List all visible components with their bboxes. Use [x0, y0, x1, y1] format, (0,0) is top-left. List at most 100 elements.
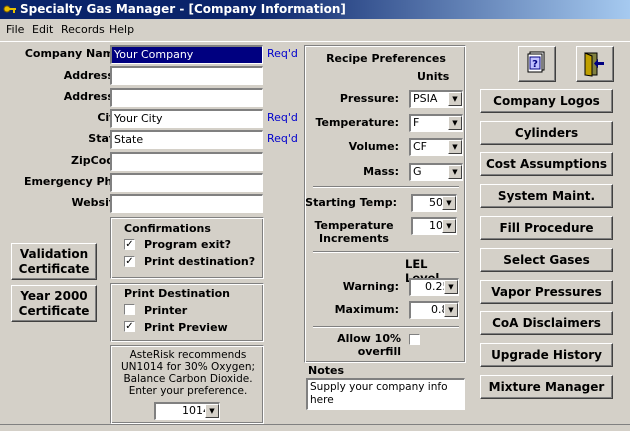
volume-units-combo[interactable]: CF ▼ [409, 138, 463, 156]
city-field[interactable]: Your City [110, 109, 263, 128]
pressure-units-combo[interactable]: PSIA ▼ [409, 90, 463, 108]
starting-temp-value: 50 [429, 196, 443, 209]
company-logos-button[interactable]: Company Logos [480, 89, 613, 113]
asterisk-recommendation-text: AsteRisk recommends UN1014 for 30% Oxyge… [120, 349, 256, 397]
exit-button[interactable] [576, 46, 614, 82]
chevron-down-icon[interactable]: ▼ [448, 116, 462, 130]
chevron-down-icon[interactable]: ▼ [205, 404, 219, 418]
address2-label: Address2: [63, 90, 126, 103]
chevron-down-icon[interactable]: ▼ [442, 219, 456, 233]
un-number-combo[interactable]: 1014 ▼ [154, 402, 220, 420]
emergency-label: Emergency Ph#: [23, 175, 126, 188]
volume-units-value: CF [413, 140, 428, 153]
company-name-required: Req'd [267, 47, 298, 60]
temperature-units-combo[interactable]: F ▼ [409, 114, 463, 132]
chevron-down-icon[interactable]: ▼ [448, 92, 462, 106]
exit-door-icon [584, 52, 604, 77]
print-destination-group: Print Destination Printer ✓ Print Previe… [110, 283, 264, 342]
temperature-increments-value: 10 [429, 219, 443, 232]
state-label: State: [88, 132, 126, 145]
lel-maximum-combo[interactable]: 0.8 ▼ [409, 301, 459, 319]
zipcode-field[interactable] [110, 152, 263, 171]
window-title: Specialty Gas Manager - [Company Informa… [20, 2, 346, 16]
year-2000-certificate-button[interactable]: Year 2000 Certificate [11, 285, 97, 322]
menu-edit[interactable]: Edit [32, 23, 53, 36]
asterisk-recommendation-box: AsteRisk recommends UN1014 for 30% Oxyge… [110, 345, 264, 424]
divider [313, 186, 459, 188]
select-gases-button[interactable]: Select Gases [480, 248, 613, 272]
menu-bar: File Edit Records Help [0, 19, 630, 42]
address1-field[interactable] [110, 66, 263, 85]
company-name-label: Company Name: [24, 47, 126, 60]
mass-label: Mass: [363, 165, 399, 178]
print-destination-checkbox[interactable]: ✓ [124, 256, 135, 267]
upgrade-history-button[interactable]: Upgrade History [480, 343, 613, 367]
pressure-label: Pressure: [339, 92, 399, 105]
temperature-units-value: F [413, 116, 420, 129]
zipcode-label: ZipCode: [71, 154, 126, 167]
website-field[interactable] [110, 194, 263, 213]
app-key-icon [3, 2, 17, 16]
notes-field[interactable]: Supply your company info here [306, 378, 465, 410]
state-required: Req'd [267, 132, 298, 145]
fill-procedure-button[interactable]: Fill Procedure [480, 216, 613, 240]
svg-text:?: ? [532, 59, 538, 70]
vapor-pressures-button[interactable]: Vapor Pressures [480, 280, 613, 304]
mixture-manager-button[interactable]: Mixture Manager [480, 375, 613, 399]
help-document-icon: ? [527, 51, 545, 73]
chevron-down-icon[interactable]: ▼ [444, 303, 458, 317]
chevron-down-icon[interactable]: ▼ [448, 165, 462, 179]
recipe-preferences-group: Recipe Preferences Units Pressure: PSIA … [304, 45, 466, 363]
starting-temp-label: Starting Temp: [305, 196, 397, 209]
menu-records[interactable]: Records [61, 23, 105, 36]
address2-field[interactable] [110, 88, 263, 107]
help-document-button[interactable]: ? [518, 46, 556, 82]
emergency-phone-field[interactable] [110, 173, 263, 192]
cost-assumptions-button[interactable]: Cost Assumptions [480, 152, 613, 176]
temperature-increments-label: Temperature Increments [314, 219, 394, 245]
temperature-increments-combo[interactable]: 10 ▼ [411, 217, 457, 235]
company-name-field[interactable]: Your Company [110, 45, 263, 64]
temperature-label: Temperature: [315, 116, 399, 129]
chevron-down-icon[interactable]: ▼ [448, 140, 462, 154]
print-destination-title: Print Destination [124, 287, 231, 300]
allow-overfill-label: Allow 10% overfill [337, 332, 401, 358]
mass-units-combo[interactable]: G ▼ [409, 163, 463, 181]
warning-label: Warning: [342, 280, 399, 293]
divider [313, 326, 459, 328]
website-label: Website: [71, 196, 126, 209]
allow-overfill-checkbox[interactable] [409, 334, 420, 345]
menu-help[interactable]: Help [109, 23, 134, 36]
city-label: City: [2, 111, 126, 124]
validation-certificate-button[interactable]: Validation Certificate [11, 243, 97, 280]
program-exit-checkbox[interactable]: ✓ [124, 239, 135, 250]
title-bar: Specialty Gas Manager - [Company Informa… [0, 0, 630, 19]
printer-label: Printer [144, 304, 188, 317]
address1-label: Address1: [63, 69, 126, 82]
pressure-units-value: PSIA [413, 92, 438, 105]
printer-checkbox[interactable] [124, 304, 135, 315]
units-label: Units [417, 70, 450, 83]
chevron-down-icon[interactable]: ▼ [444, 280, 458, 294]
print-destination-label: Print destination? [144, 255, 256, 268]
recipe-preferences-title: Recipe Preferences [326, 52, 446, 65]
state-field[interactable]: State [110, 130, 263, 149]
system-maint-button[interactable]: System Maint. [480, 184, 613, 208]
divider [313, 251, 459, 253]
coa-disclaimers-button[interactable]: CoA Disclaimers [480, 311, 613, 335]
city-required: Req'd [267, 111, 298, 124]
confirmations-group: Confirmations ✓ Program exit? ✓ Print de… [110, 217, 264, 279]
mass-units-value: G [413, 165, 422, 178]
program-exit-label: Program exit? [144, 238, 232, 251]
chevron-down-icon[interactable]: ▼ [442, 196, 456, 210]
cylinders-button[interactable]: Cylinders [480, 121, 613, 145]
print-preview-label: Print Preview [144, 321, 228, 334]
maximum-label: Maximum: [334, 303, 399, 316]
notes-label: Notes [308, 364, 345, 377]
lel-warning-combo[interactable]: 0.25 ▼ [409, 278, 459, 296]
print-preview-checkbox[interactable]: ✓ [124, 321, 135, 332]
starting-temp-combo[interactable]: 50 ▼ [411, 194, 457, 212]
menu-file[interactable]: File [6, 23, 24, 36]
confirmations-title: Confirmations [124, 222, 211, 235]
volume-label: Volume: [348, 140, 399, 153]
